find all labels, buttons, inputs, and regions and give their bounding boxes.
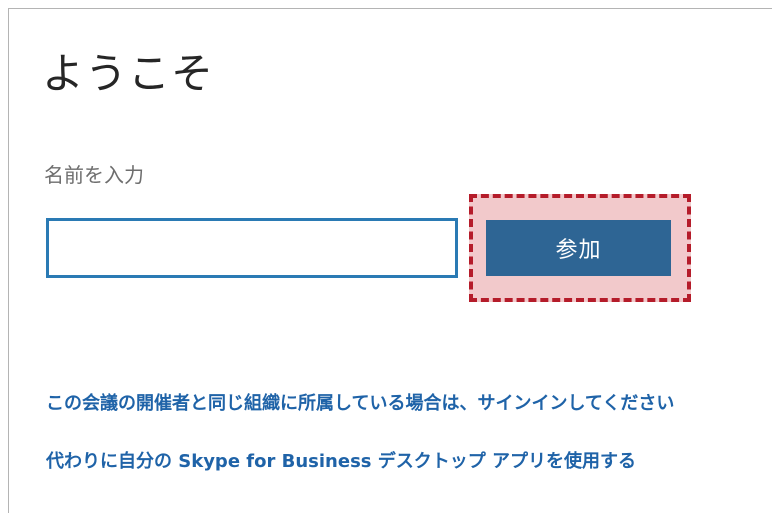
name-input[interactable] <box>46 218 458 278</box>
page-title: ようこそ <box>42 49 215 98</box>
join-button[interactable]: 参加 <box>486 220 671 276</box>
use-desktop-app-link[interactable]: 代わりに自分の Skype for Business デスクトップ アプリを使用… <box>46 449 636 475</box>
sign-in-link[interactable]: この会議の開催者と同じ組織に所属している場合は、サインインしてください <box>46 391 674 417</box>
name-field-label: 名前を入力 <box>44 163 144 187</box>
